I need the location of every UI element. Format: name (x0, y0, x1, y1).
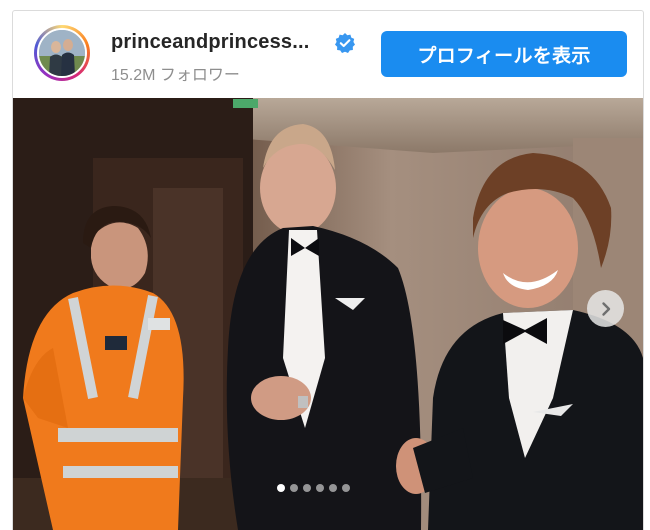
photo-illustration (13, 98, 643, 530)
profile-avatar[interactable] (34, 25, 90, 81)
instagram-embed-card: princeandprincess... 15.2M フォロワー プロフィールを… (12, 10, 644, 530)
carousel-dot[interactable] (302, 484, 311, 492)
post-photo (13, 98, 643, 530)
follower-count: 15.2M フォロワー (111, 67, 240, 84)
username[interactable]: princeandprincess... (111, 31, 310, 54)
chevron-right-icon (601, 301, 610, 316)
carousel-dot[interactable] (276, 484, 285, 492)
carousel-next-button[interactable] (587, 290, 624, 327)
carousel-dot[interactable] (289, 484, 298, 492)
carousel-dot[interactable] (315, 484, 324, 492)
verified-badge-icon (335, 33, 355, 53)
post-header: princeandprincess... 15.2M フォロワー プロフィールを… (13, 11, 643, 97)
carousel-dot[interactable] (341, 484, 350, 492)
avatar-image (37, 28, 87, 78)
carousel-dot[interactable] (328, 484, 337, 492)
carousel-indicator (13, 484, 628, 494)
view-profile-button[interactable]: プロフィールを表示 (381, 31, 627, 77)
